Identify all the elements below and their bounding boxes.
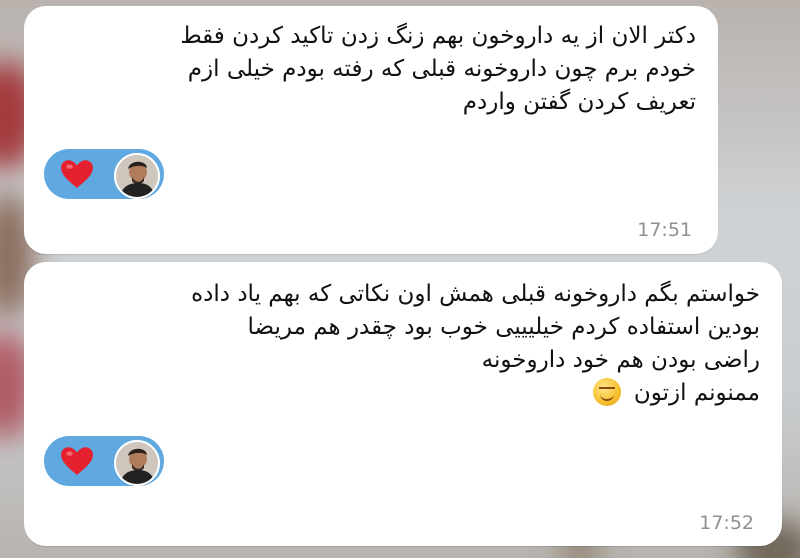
message-bubble[interactable]: خواستم بگم داروخونه قبلی همش اون نکاتی ک… — [24, 262, 782, 546]
reaction-chip[interactable] — [44, 436, 164, 486]
message-text: دکتر الان از یه داروخون بهم زنگ زدن تاکی… — [180, 23, 696, 115]
heart-icon — [61, 447, 93, 475]
message-timestamp: 17:51 — [637, 219, 692, 241]
reactor-avatar[interactable] — [114, 440, 160, 486]
heart-icon — [61, 160, 93, 188]
reaction-chip[interactable] — [44, 149, 164, 199]
message-bubble[interactable]: دکتر الان از یه داروخون بهم زنگ زدن تاکی… — [24, 6, 718, 254]
message-timestamp: 17:52 — [699, 512, 754, 534]
message-text: خواستم بگم داروخونه قبلی همش اون نکاتی ک… — [52, 278, 760, 410]
reactor-avatar[interactable] — [114, 153, 160, 199]
person-avatar-image — [116, 155, 158, 197]
smiling-emoji-icon — [592, 378, 621, 406]
message-text-content: خواستم بگم داروخونه قبلی همش اون نکاتی ک… — [191, 281, 760, 406]
person-avatar-image — [116, 442, 158, 484]
